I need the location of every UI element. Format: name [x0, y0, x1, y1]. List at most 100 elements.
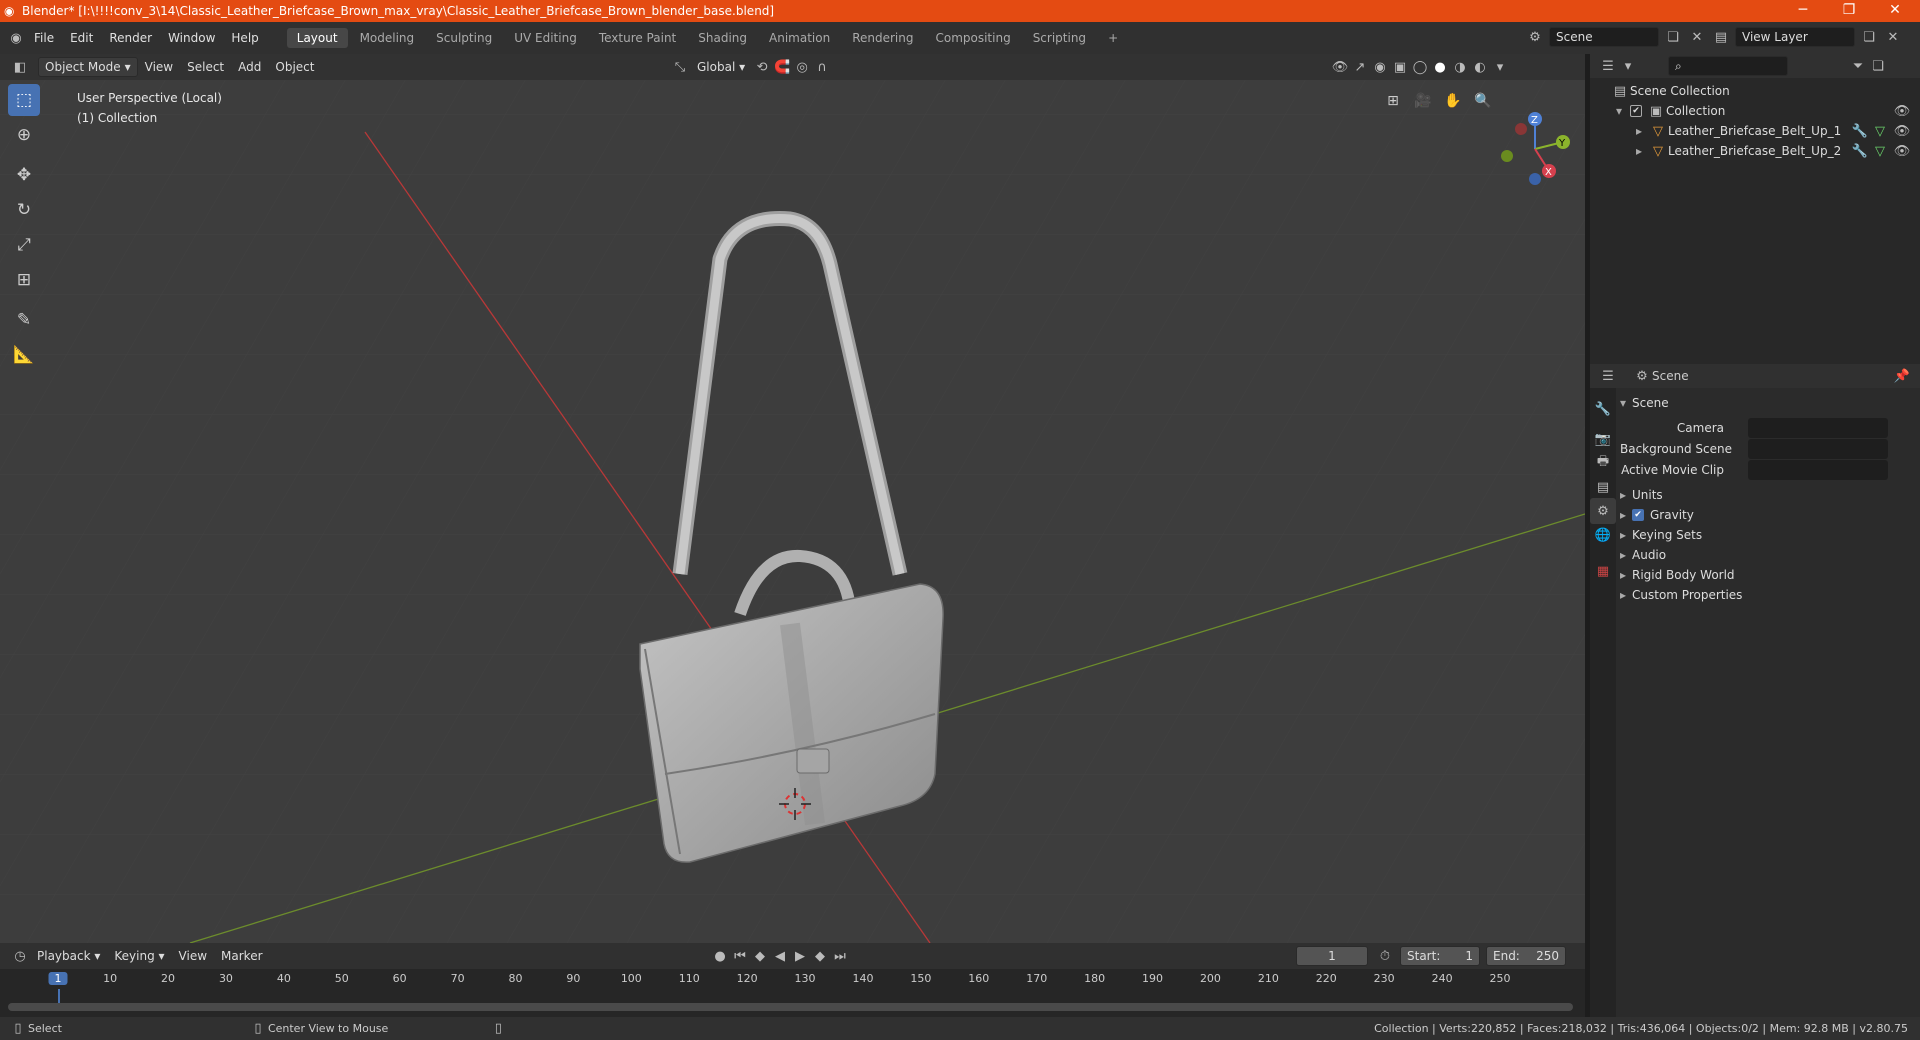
eye-icon[interactable]: 👁 [1892, 141, 1912, 161]
scene-selector[interactable]: Scene [1549, 27, 1659, 47]
tab-texture-paint[interactable]: Texture Paint [589, 28, 686, 48]
view-layer-icon[interactable]: ▤ [1711, 27, 1731, 47]
pan-view-icon[interactable]: ✋ [1440, 88, 1466, 114]
new-scene-icon[interactable]: ❏ [1663, 27, 1683, 47]
start-frame-field[interactable]: Start: 1 [1400, 946, 1480, 966]
blender-menu-icon[interactable]: ◉ [6, 28, 26, 48]
eye-icon[interactable]: 👁 [1892, 101, 1912, 121]
select-box-tool[interactable]: ⬚ [8, 84, 40, 116]
gravity-checkbox[interactable]: ✔ [1632, 509, 1644, 521]
pin-icon[interactable]: 📌 [1892, 366, 1912, 386]
rigid-body-world-panel-header[interactable]: ▸ Rigid Body World [1620, 564, 1920, 586]
delete-view-layer-icon[interactable]: ✕ [1883, 27, 1903, 47]
tab-uv-editing[interactable]: UV Editing [504, 28, 587, 48]
movie-clip-field[interactable] [1748, 460, 1888, 480]
modifier-icon[interactable]: 🔧 [1850, 141, 1870, 161]
new-view-layer-icon[interactable]: ❏ [1859, 27, 1879, 47]
tool-tab-icon[interactable]: 🔧 [1590, 396, 1616, 422]
collection-checkbox[interactable]: ✔ [1630, 105, 1642, 117]
menu-file[interactable]: File [26, 31, 62, 45]
units-panel-header[interactable]: ▸ Units [1620, 484, 1920, 506]
tab-layout[interactable]: Layout [286, 28, 348, 48]
tab-modeling[interactable]: Modeling [350, 28, 425, 48]
menu-render[interactable]: Render [101, 31, 160, 45]
camera-field[interactable] [1748, 418, 1888, 438]
menu-select[interactable]: Select [180, 60, 231, 74]
background-scene-field[interactable] [1748, 439, 1888, 459]
menu-view[interactable]: View [138, 60, 180, 74]
menu-object[interactable]: Object [268, 60, 321, 74]
tab-animation[interactable]: Animation [759, 28, 840, 48]
editor-type-icon[interactable]: ◧ [10, 57, 30, 77]
rendered-shading-icon[interactable]: ◐ [1470, 57, 1490, 77]
current-frame-field[interactable]: 1 [1296, 946, 1368, 966]
menu-keying[interactable]: Keying ▾ [107, 949, 171, 963]
output-tab-icon[interactable]: 🖶 [1590, 450, 1616, 476]
texture-tab-icon[interactable]: ▦ [1590, 558, 1616, 584]
zoom-view-icon[interactable]: 🔍 [1470, 88, 1496, 114]
preview-range-icon[interactable]: ⏱ [1375, 946, 1395, 966]
outliner-scene-collection[interactable]: ▤ Scene Collection [1590, 81, 1920, 101]
tab-shading[interactable]: Shading [688, 28, 757, 48]
jump-start-icon[interactable]: ⏮ [730, 946, 750, 966]
overlay-icon[interactable]: ◉ [1370, 57, 1390, 77]
view-layer-tab-icon[interactable]: ▤ [1590, 474, 1616, 500]
tab-sculpting[interactable]: Sculpting [426, 28, 502, 48]
close-button[interactable]: ✕ [1872, 0, 1918, 22]
menu-window[interactable]: Window [160, 31, 223, 45]
cursor-tool[interactable]: ⊕ [8, 119, 40, 151]
menu-marker[interactable]: Marker [214, 949, 269, 963]
timeline-ruler[interactable]: 1 10 20 30 40 50 60 70 80 90 100 110 120 130 140 150 160… [0, 969, 1585, 1017]
outliner-search-input[interactable]: ⌕ [1668, 56, 1788, 76]
toggle-camera-icon[interactable]: ⊞ [1380, 88, 1406, 114]
menu-timeline-view[interactable]: View [172, 949, 214, 963]
visibility-icon[interactable]: 👁 [1330, 57, 1350, 77]
prev-keyframe-icon[interactable]: ◆ [750, 946, 770, 966]
menu-help[interactable]: Help [223, 31, 266, 45]
properties-editor-icon[interactable]: ☰ [1598, 366, 1618, 386]
measure-tool[interactable]: 📐 [8, 339, 40, 371]
timeline-editor-icon[interactable]: ◷ [10, 946, 30, 966]
transform-orientation-dropdown[interactable]: Global ▾ [690, 60, 752, 74]
keying-sets-panel-header[interactable]: ▸ Keying Sets [1620, 524, 1920, 546]
eye-icon[interactable]: 👁 [1892, 121, 1912, 141]
expand-arrow-icon[interactable]: ▸ [1636, 124, 1648, 138]
gizmo-toggle-icon[interactable]: ↗ [1350, 57, 1370, 77]
timeline-scrollbar[interactable] [8, 1003, 1573, 1011]
snap-icon[interactable]: 🧲 [772, 57, 792, 77]
outliner-collection[interactable]: ▾ ✔ ▣ Collection 👁 [1590, 101, 1920, 121]
maximize-button[interactable]: ❐ [1826, 0, 1872, 22]
camera-view-icon[interactable]: 🎥 [1410, 88, 1436, 114]
display-mode-icon[interactable]: ▾ [1618, 56, 1638, 76]
menu-add[interactable]: Add [231, 60, 268, 74]
record-icon[interactable]: ● [710, 946, 730, 966]
minimize-button[interactable]: ─ [1780, 0, 1826, 22]
play-icon[interactable]: ▶ [790, 946, 810, 966]
new-collection-icon[interactable]: ❏ [1868, 56, 1888, 76]
outliner-item[interactable]: ▸ ▽ Leather_Briefcase_Belt_Up_2 🔧 ▽ 👁 [1590, 141, 1920, 161]
gravity-panel-header[interactable]: ▸ ✔ Gravity [1620, 504, 1920, 526]
shading-options-icon[interactable]: ▾ [1490, 57, 1510, 77]
proportional-edit-icon[interactable]: ◎ [792, 57, 812, 77]
filter-icon[interactable]: ⏷ [1848, 56, 1868, 76]
menu-edit[interactable]: Edit [62, 31, 101, 45]
expand-arrow-icon[interactable]: ▸ [1636, 144, 1648, 158]
3d-viewport[interactable]: Z Y X ◧ Object Mode ▾ View Select Add Ob… [0, 54, 1585, 943]
rotate-tool[interactable]: ↻ [8, 194, 40, 226]
scale-tool[interactable]: ⤢ [8, 229, 40, 261]
play-reverse-icon[interactable]: ◀ [770, 946, 790, 966]
annotate-tool[interactable]: ✎ [8, 304, 40, 336]
wireframe-shading-icon[interactable]: ◯ [1410, 57, 1430, 77]
end-frame-field[interactable]: End: 250 [1486, 946, 1566, 966]
mesh-data-icon[interactable]: ▽ [1870, 141, 1890, 161]
render-tab-icon[interactable]: 📷 [1590, 426, 1616, 452]
modifier-icon[interactable]: 🔧 [1850, 121, 1870, 141]
outliner-editor-icon[interactable]: ☰ [1598, 56, 1618, 76]
scene-panel-header[interactable]: ▾ Scene [1620, 392, 1920, 414]
add-workspace-button[interactable]: + [1098, 28, 1128, 48]
move-tool[interactable]: ✥ [8, 159, 40, 191]
tab-scripting[interactable]: Scripting [1023, 28, 1096, 48]
view-layer-selector[interactable]: View Layer [1735, 27, 1855, 47]
material-shading-icon[interactable]: ◑ [1450, 57, 1470, 77]
falloff-icon[interactable]: ∩ [812, 57, 832, 77]
